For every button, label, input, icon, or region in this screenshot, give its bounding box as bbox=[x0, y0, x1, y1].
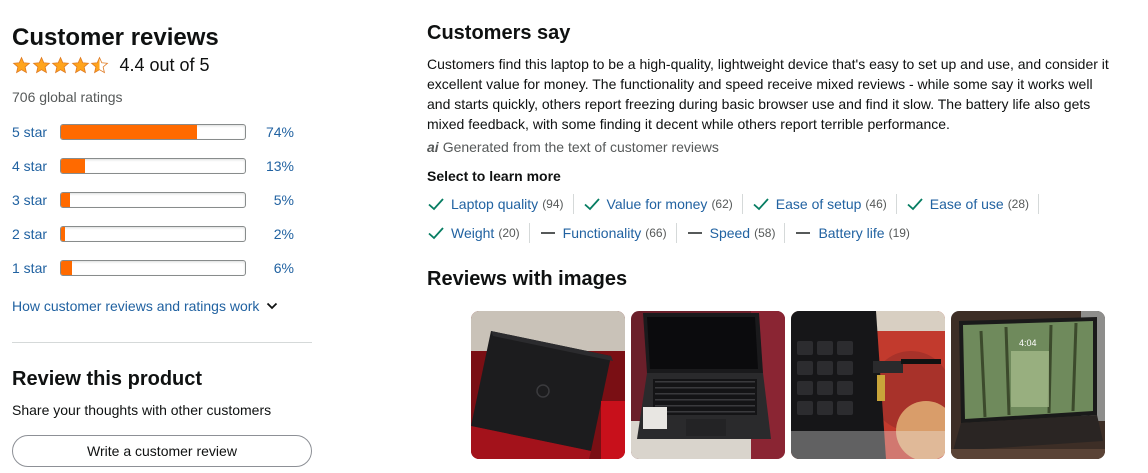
ai-sparkle-icon: ai bbox=[427, 139, 439, 155]
average-rating[interactable]: 4.4 out of 5 bbox=[12, 55, 210, 76]
aspect-ease-of-use[interactable]: Ease of use (28) bbox=[906, 194, 1040, 214]
histogram-percent[interactable]: 74% bbox=[246, 124, 294, 140]
histogram-bar-fill bbox=[61, 159, 85, 173]
thumb-clock-text: 4:04 bbox=[1019, 338, 1037, 348]
dash-icon bbox=[686, 224, 704, 242]
how-reviews-work-link[interactable]: How customer reviews and ratings work bbox=[12, 298, 279, 314]
aspect-count: (28) bbox=[1007, 197, 1030, 211]
aspect-count: (58) bbox=[754, 226, 776, 240]
ai-generated-note: ai Generated from the text of customer r… bbox=[427, 139, 719, 155]
reviews-with-images-heading: Reviews with images bbox=[427, 268, 628, 290]
aspect-label: Weight bbox=[451, 225, 495, 241]
histogram-bar[interactable] bbox=[60, 158, 246, 174]
histogram-row-3-star[interactable]: 3 star 5% bbox=[12, 190, 294, 210]
aspect-filters: Laptop quality (94) Value for money (62)… bbox=[427, 193, 1127, 251]
customer-reviews-heading: Customer reviews bbox=[12, 24, 219, 51]
review-image-closed-laptop[interactable] bbox=[471, 311, 625, 459]
histogram-percent[interactable]: 13% bbox=[246, 158, 294, 174]
aspect-label: Speed bbox=[709, 225, 751, 241]
dash-icon bbox=[539, 224, 557, 242]
check-icon bbox=[427, 224, 445, 242]
how-reviews-work-label[interactable]: How customer reviews and ratings work bbox=[12, 298, 259, 314]
aspect-speed[interactable]: Speed (58) bbox=[686, 223, 786, 243]
histogram-label[interactable]: 3 star bbox=[12, 192, 60, 208]
share-thoughts-text: Share your thoughts with other customers bbox=[12, 402, 272, 418]
chevron-down-icon[interactable] bbox=[265, 299, 279, 313]
histogram-row-4-star[interactable]: 4 star 13% bbox=[12, 156, 294, 176]
histogram-row-2-star[interactable]: 2 star 2% bbox=[12, 224, 294, 244]
aspect-value-for-money[interactable]: Value for money (62) bbox=[583, 194, 743, 214]
histogram-bar-fill bbox=[61, 261, 73, 275]
ai-review-summary: Customers find this laptop to be a high-… bbox=[427, 56, 1109, 132]
histogram-label[interactable]: 2 star bbox=[12, 226, 60, 242]
star-half-icon bbox=[90, 56, 109, 74]
write-review-button[interactable]: Write a customer review bbox=[12, 435, 312, 467]
histogram-percent[interactable]: 2% bbox=[246, 226, 294, 242]
histogram-bar-fill bbox=[61, 125, 198, 139]
aspect-count: (46) bbox=[865, 197, 887, 211]
review-image-carousel: 4:04 bbox=[471, 311, 1105, 459]
aspect-functionality[interactable]: Functionality (66) bbox=[539, 223, 677, 243]
aspect-count: (66) bbox=[645, 226, 667, 240]
global-ratings-count: 706 global ratings bbox=[12, 89, 123, 105]
histogram-bar[interactable] bbox=[60, 124, 246, 140]
aspect-label: Battery life bbox=[818, 225, 885, 241]
histogram-bar[interactable] bbox=[60, 192, 246, 208]
aspect-row-1: Laptop quality (94) Value for money (62)… bbox=[427, 193, 1127, 215]
review-image-laptop-ports[interactable] bbox=[791, 311, 945, 459]
customers-say-heading: Customers say bbox=[427, 22, 571, 44]
histogram-label[interactable]: 1 star bbox=[12, 260, 60, 276]
histogram-row-1-star[interactable]: 1 star 6% bbox=[12, 258, 294, 278]
histogram-bar[interactable] bbox=[60, 260, 246, 276]
star-full-icon bbox=[32, 56, 50, 74]
aspect-weight[interactable]: Weight (20) bbox=[427, 223, 530, 243]
review-this-product-heading: Review this product bbox=[12, 368, 203, 390]
aspect-count: (94) bbox=[542, 197, 564, 211]
aspect-label: Laptop quality bbox=[451, 196, 539, 212]
aspect-label: Value for money bbox=[606, 196, 708, 212]
histogram-percent[interactable]: 6% bbox=[246, 260, 294, 276]
section-divider bbox=[12, 342, 312, 343]
aspect-count: (62) bbox=[711, 197, 733, 211]
aspect-label: Ease of use bbox=[929, 196, 1004, 212]
histogram-bar-fill bbox=[61, 227, 65, 241]
aspect-label: Functionality bbox=[562, 225, 642, 241]
aspect-label: Ease of setup bbox=[775, 196, 862, 212]
check-icon bbox=[906, 195, 924, 213]
histogram-label[interactable]: 4 star bbox=[12, 158, 60, 174]
aspect-laptop-quality[interactable]: Laptop quality (94) bbox=[427, 194, 574, 214]
check-icon bbox=[752, 195, 770, 213]
aspect-battery-life[interactable]: Battery life (19) bbox=[794, 223, 918, 243]
review-image-laptop-screen[interactable]: 4:04 bbox=[951, 311, 1105, 459]
check-icon bbox=[583, 195, 601, 213]
histogram-bar[interactable] bbox=[60, 226, 246, 242]
histogram-row-5-star[interactable]: 5 star 74% bbox=[12, 122, 294, 142]
ai-generated-text: Generated from the text of customer revi… bbox=[442, 139, 719, 155]
aspect-ease-of-setup[interactable]: Ease of setup (46) bbox=[752, 194, 897, 214]
star-full-icon bbox=[12, 56, 31, 74]
histogram-percent[interactable]: 5% bbox=[246, 192, 294, 208]
star-full-icon bbox=[71, 56, 89, 74]
check-icon bbox=[427, 195, 445, 213]
star-full-icon bbox=[51, 56, 70, 74]
rating-text: 4.4 out of 5 bbox=[119, 55, 210, 75]
star-rating bbox=[12, 56, 110, 75]
select-to-learn-label: Select to learn more bbox=[427, 168, 561, 184]
review-image-open-laptop[interactable] bbox=[631, 311, 785, 459]
dash-icon bbox=[794, 224, 812, 242]
aspect-count: (19) bbox=[888, 226, 910, 240]
aspect-count: (20) bbox=[498, 226, 520, 240]
histogram-label[interactable]: 5 star bbox=[12, 124, 60, 140]
aspect-row-2: Weight (20) Functionality (66) Speed (58… bbox=[427, 222, 1127, 244]
histogram-bar-fill bbox=[61, 193, 71, 207]
